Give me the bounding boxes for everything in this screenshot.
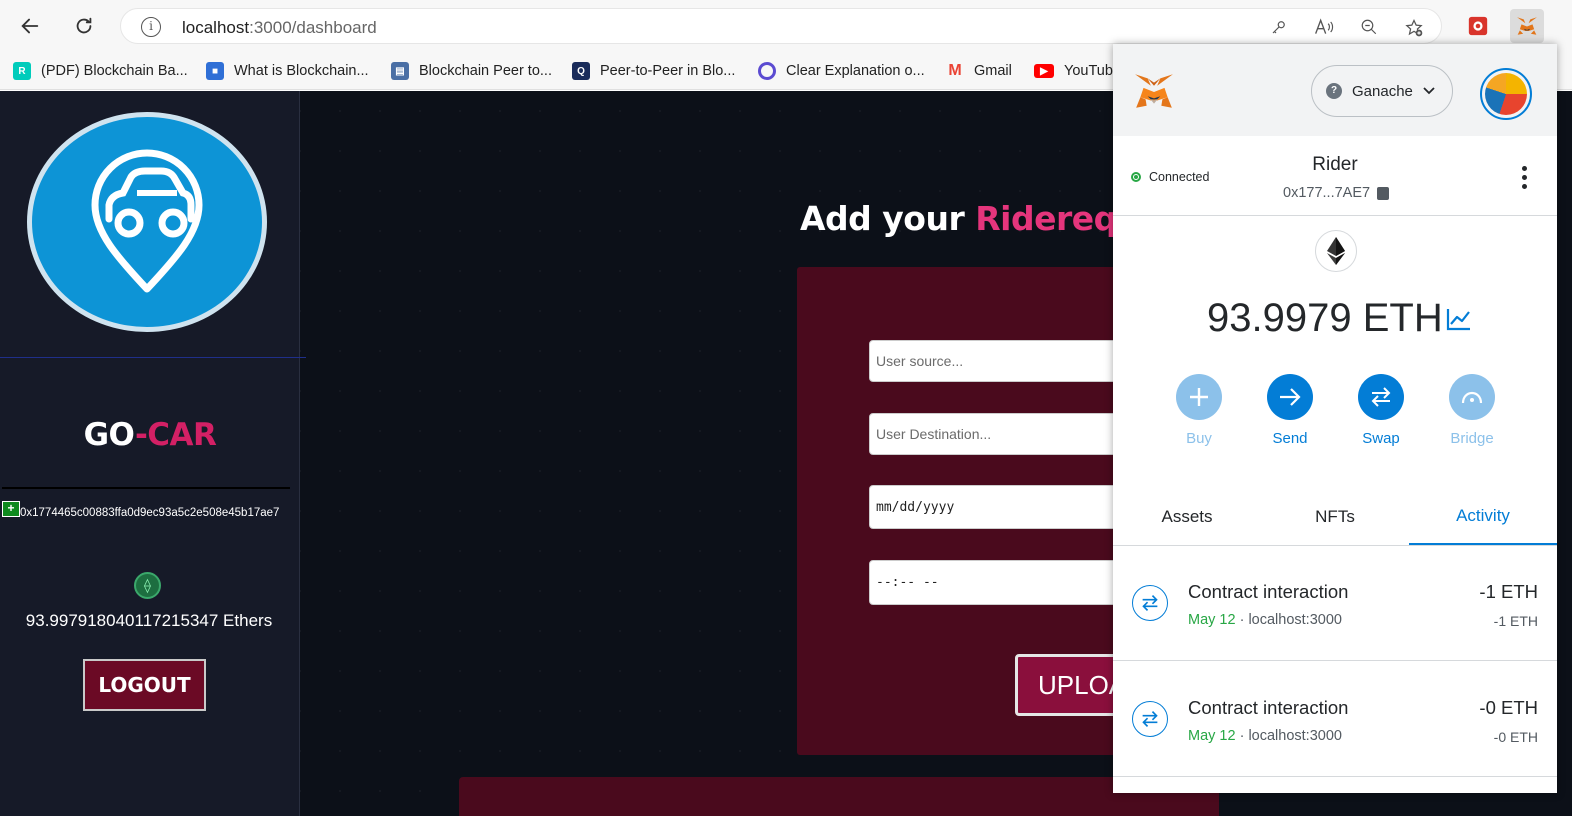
sidebar: GO-CAR + 0x1774465c00883ffa0d9ec93a5c2e5…: [0, 91, 306, 816]
bookmark-label: Gmail: [974, 63, 1012, 79]
plus-icon: [1176, 374, 1222, 420]
account-avatar[interactable]: [1480, 68, 1532, 120]
q-icon: Q: [572, 62, 590, 80]
url-path: :3000/dashboard: [249, 18, 377, 37]
site-info-icon[interactable]: i: [141, 17, 161, 37]
account-address[interactable]: 0x177...7AE7: [1283, 185, 1390, 201]
network-selector[interactable]: ? Ganache: [1311, 65, 1453, 117]
transaction-amount-secondary: -0 ETH: [1493, 729, 1538, 745]
logout-button[interactable]: LOGOUT: [83, 659, 206, 711]
transaction-amount: -1 ETH: [1479, 581, 1538, 602]
bookmark-label: (PDF) Blockchain Ba...: [41, 63, 188, 79]
brand-title: GO-CAR: [0, 417, 300, 453]
copy-icon: [1377, 186, 1390, 200]
researchgate-icon: R: [13, 62, 31, 80]
transaction-origin: localhost:3000: [1248, 612, 1342, 628]
eth-balance: 93.9979 ETH: [1207, 296, 1443, 340]
transaction-date: May 12: [1188, 728, 1236, 744]
chevron-down-icon: [1423, 84, 1435, 98]
bookmark-youtube[interactable]: ▶ YouTub: [1034, 60, 1113, 82]
brand-accent: -CAR: [134, 417, 217, 453]
gmail-icon: M: [948, 62, 962, 79]
bookmark-label: YouTub: [1064, 63, 1113, 79]
key-icon[interactable]: [1269, 18, 1289, 38]
bookmark-label: What is Blockchain...: [234, 63, 369, 79]
address-bar[interactable]: i localhost:3000/dashboard: [120, 8, 1442, 44]
account-name: Rider: [1312, 154, 1358, 175]
network-question-icon: ?: [1326, 83, 1342, 99]
buy-button[interactable]: Buy: [1164, 374, 1234, 447]
network-name: Ganache: [1352, 82, 1413, 100]
bookmark-gmail[interactable]: M Gmail: [946, 60, 1012, 82]
wallet-balance: 93.997918040117215347 Ethers: [25, 611, 273, 630]
reload-icon[interactable]: [68, 10, 100, 42]
buy-label: Buy: [1186, 430, 1212, 447]
transaction-amount-secondary: -1 ETH: [1493, 613, 1538, 629]
arrow-right-icon: [1267, 374, 1313, 420]
zoom-out-icon[interactable]: [1359, 18, 1379, 38]
url-host: localhost: [182, 18, 250, 37]
read-aloud-icon[interactable]: [1314, 18, 1334, 38]
bridge-label: Bridge: [1450, 430, 1494, 447]
metamask-extension-icon[interactable]: [1510, 9, 1544, 43]
account-address-text: 0x177...7AE7: [1283, 185, 1371, 201]
transaction-title: Contract interaction: [1188, 581, 1349, 602]
bookmark-label: Peer-to-Peer in Blo...: [600, 63, 736, 79]
transaction-meta: May 12 · localhost:3000: [1188, 612, 1342, 628]
wallet-address: 0x1774465c00883ffa0d9ec93a5c2e508e45b17a…: [20, 507, 280, 519]
ring-icon: [758, 62, 776, 80]
heading-prefix: Add your: [800, 199, 976, 238]
contract-interaction-icon: [1132, 585, 1168, 621]
bookmark-clear-explanation[interactable]: Clear Explanation o...: [758, 60, 925, 82]
ethereum-logo-icon: [1315, 230, 1357, 272]
tab-assets[interactable]: Assets: [1113, 489, 1261, 545]
tab-activity[interactable]: Activity: [1409, 489, 1557, 545]
bottom-card: [459, 777, 1219, 816]
brand-main: GO: [83, 417, 136, 453]
metamask-tabs: Assets NFTs Activity: [1113, 489, 1557, 546]
contract-interaction-icon: [1132, 701, 1168, 737]
transaction-meta: May 12 · localhost:3000: [1188, 728, 1342, 744]
bookmark-what-is-blockchain[interactable]: ■ What is Blockchain...: [206, 60, 369, 82]
page-icon: ▤: [391, 62, 409, 80]
bridge-icon: [1449, 374, 1495, 420]
metamask-header: ? Ganache: [1113, 44, 1557, 136]
account-bar: Connected Rider 0x177...7AE7: [1113, 136, 1557, 216]
extension-icon[interactable]: [1461, 9, 1495, 43]
cube-icon: ■: [206, 62, 224, 80]
bookmark-label: Clear Explanation o...: [786, 63, 925, 79]
metamask-popup: ? Ganache Connected Rider 0x177...7AE7 9…: [1113, 44, 1557, 793]
youtube-icon: ▶: [1034, 64, 1054, 78]
address-avatar-icon: +: [2, 501, 20, 517]
transaction-title: Contract interaction: [1188, 697, 1349, 718]
transaction-origin: localhost:3000: [1248, 728, 1342, 744]
transaction-item[interactable]: Contract interaction May 12 · localhost:…: [1113, 546, 1557, 661]
bookmark-label: Blockchain Peer to...: [419, 63, 552, 79]
bookmark-pdf-blockchain[interactable]: R (PDF) Blockchain Ba...: [13, 60, 188, 82]
transaction-date: May 12: [1188, 612, 1236, 628]
bookmark-blockchain-peer[interactable]: ▤ Blockchain Peer to...: [391, 60, 552, 82]
send-button[interactable]: Send: [1255, 374, 1325, 447]
metamask-fox-icon: [1133, 71, 1175, 116]
bridge-button[interactable]: Bridge: [1437, 374, 1507, 447]
swap-button[interactable]: Swap: [1346, 374, 1416, 447]
transaction-item[interactable]: Contract interaction May 12 · localhost:…: [1113, 662, 1557, 777]
swap-label: Swap: [1362, 430, 1400, 447]
sidebar-divider: [0, 357, 306, 358]
portfolio-chart-icon[interactable]: [1446, 307, 1472, 336]
send-label: Send: [1272, 430, 1308, 447]
back-arrow-icon[interactable]: [14, 10, 46, 42]
swap-icon: [1358, 374, 1404, 420]
account-options-icon[interactable]: [1519, 166, 1529, 189]
transaction-amount: -0 ETH: [1479, 697, 1538, 718]
tab-nfts[interactable]: NFTs: [1261, 489, 1409, 545]
favorite-add-icon[interactable]: [1404, 18, 1424, 38]
brand-underline: [2, 487, 290, 489]
url-text[interactable]: localhost:3000/dashboard: [182, 18, 377, 38]
ether-coin-icon: ⟠: [134, 572, 161, 599]
bookmark-peer-to-peer[interactable]: Q Peer-to-Peer in Blo...: [572, 60, 735, 82]
app-logo: [27, 112, 267, 332]
car-pin-icon: [91, 149, 203, 293]
